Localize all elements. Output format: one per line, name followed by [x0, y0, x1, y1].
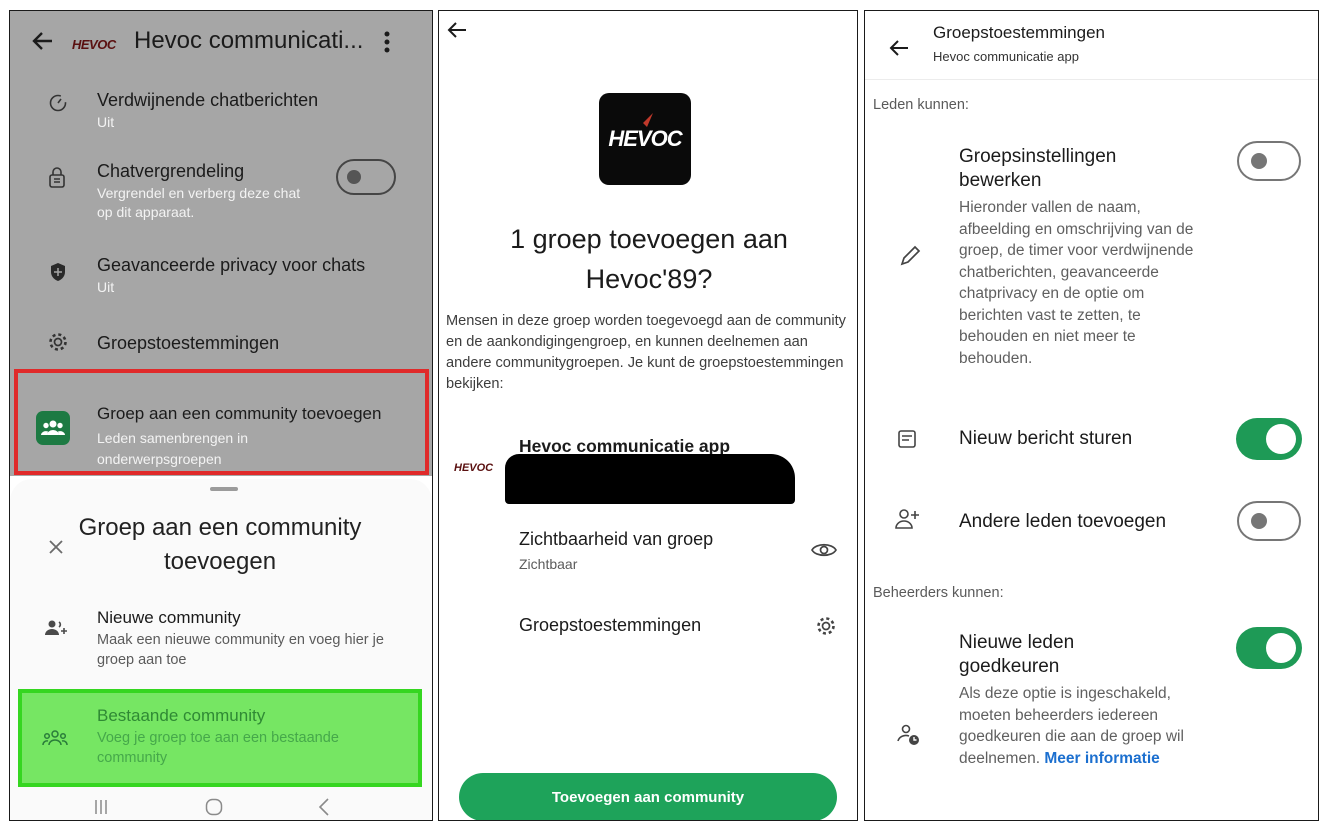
panel-group-permissions: Groepstoestemmingen Hevoc communicatie a… — [864, 10, 1319, 821]
add-to-community-sheet: Groep aan een community toevoegen Nieuwe… — [10, 479, 432, 820]
add-other-members-toggle[interactable] — [1237, 501, 1301, 541]
row-title: Chatvergrendeling — [97, 161, 245, 181]
permission-description: Hieronder vallen de naam, afbeelding en … — [959, 199, 1194, 367]
sheet-title: Groep aan een community toevoegen — [78, 514, 362, 575]
row-subtitle: Zichtbaar — [519, 556, 578, 572]
back-arrow-icon[interactable] — [32, 31, 54, 51]
timer-icon — [49, 94, 67, 112]
row-subtitle: Uit — [97, 279, 115, 295]
add-person-icon — [895, 509, 919, 529]
confirm-description: Mensen in deze groep worden toegevoegd a… — [446, 313, 846, 392]
message-icon — [898, 430, 916, 448]
redaction-bar — [505, 454, 795, 504]
option-subtitle: Maak een nieuwe community en voeg hier j… — [97, 632, 384, 668]
gear-icon — [49, 333, 67, 351]
permission-title: Nieuwe leden goedkeuren — [959, 632, 1075, 677]
row-subtitle: Uit — [97, 114, 115, 130]
row-subtitle: Vergrendel en verberg deze chat op dit a… — [97, 185, 301, 220]
send-messages-toggle[interactable] — [1236, 418, 1302, 460]
back-arrow-icon[interactable] — [447, 21, 467, 39]
option-title: Bestaande community — [97, 706, 266, 725]
hevoc-logo-small: HEVOC — [72, 37, 116, 52]
group-info-header: HEVOC Hevoc communicati... — [10, 11, 432, 71]
pencil-icon — [900, 245, 921, 266]
android-nav-bar — [10, 791, 432, 820]
existing-community-icon — [42, 730, 68, 746]
section-members-label: Leden kunnen: — [873, 97, 969, 113]
nav-back-icon[interactable] — [318, 797, 330, 817]
red-highlight-box — [14, 369, 429, 475]
green-highlight-box[interactable]: Bestaande community Voeg je groep toe aa… — [18, 689, 422, 787]
group-title: Hevoc communicati... — [134, 27, 364, 54]
shield-icon — [51, 263, 65, 281]
chat-lock-toggle[interactable] — [336, 159, 396, 195]
edit-group-settings-toggle[interactable] — [1237, 141, 1301, 181]
option-subtitle: Voeg je groep toe aan een bestaande comm… — [97, 730, 339, 766]
panel-group-info: HEVOC Hevoc communicati... Verdwijnende … — [9, 10, 433, 821]
community-logo: HEVOC — [599, 93, 691, 185]
add-group-icon — [45, 620, 67, 635]
logo-text: HEVOC — [608, 126, 682, 151]
permission-title: Andere leden toevoegen — [959, 511, 1167, 532]
gear-icon — [817, 617, 835, 635]
group-avatar: HEVOC — [454, 462, 494, 474]
section-admins-label: Beheerders kunnen: — [873, 585, 1004, 601]
row-title: Zichtbaarheid van groep — [519, 529, 714, 549]
row-title: Geavanceerde privacy voor chats — [97, 255, 366, 275]
close-icon[interactable] — [48, 539, 64, 555]
chat-lock-icon — [49, 167, 65, 188]
permission-title: Nieuw bericht sturen — [959, 428, 1133, 449]
row-title: Groepstoestemmingen — [519, 615, 702, 635]
row-title: Groepstoestemmingen — [97, 333, 280, 353]
confirm-heading: 1 groep toevoegen aan Hevoc'89? — [510, 224, 788, 294]
approve-person-icon — [897, 724, 919, 745]
permission-title: Groepsinstellingen bewerken — [959, 146, 1117, 191]
panel-add-to-community-confirm: HEVOC 1 groep toevoegen aan Hevoc'89? Me… — [438, 10, 858, 821]
page-title: Groepstoestemmingen — [933, 23, 1105, 42]
row-title: Verdwijnende chatberichten — [97, 90, 319, 110]
sheet-drag-handle[interactable] — [210, 487, 238, 491]
header-divider — [865, 79, 1318, 80]
option-title: Nieuwe community — [97, 608, 241, 627]
more-options-icon[interactable] — [384, 31, 390, 53]
back-arrow-icon[interactable] — [889, 39, 909, 57]
home-icon[interactable] — [204, 797, 224, 817]
approve-new-members-toggle[interactable] — [1236, 627, 1302, 669]
more-info-link[interactable]: Meer informatie — [1044, 750, 1159, 767]
page-subtitle: Hevoc communicatie app — [933, 49, 1079, 64]
add-to-community-button[interactable]: Toevoegen aan community — [459, 773, 837, 820]
recent-apps-icon[interactable] — [94, 799, 108, 815]
eye-icon — [811, 543, 837, 557]
permission-description: Als deze optie is ingeschakeld, moeten b… — [959, 683, 1189, 769]
